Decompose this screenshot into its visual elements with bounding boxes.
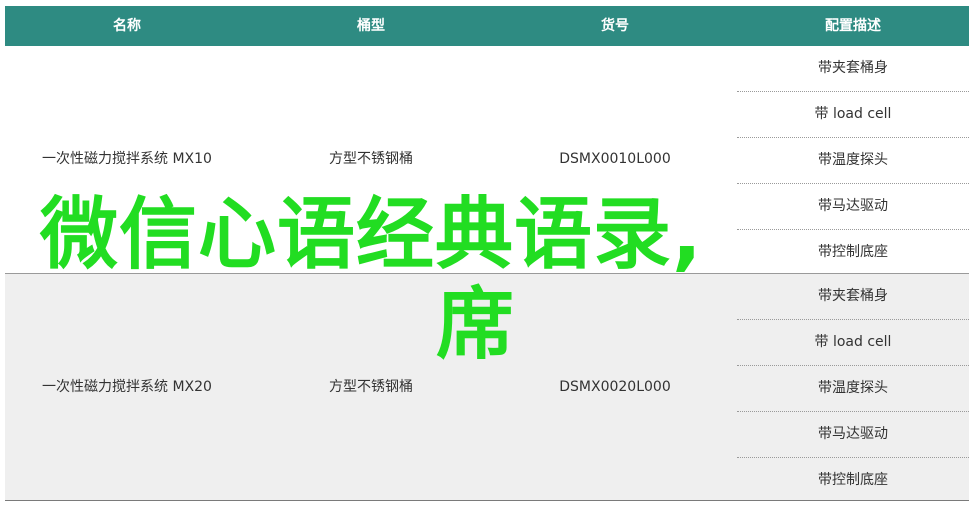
config-item: 带温度探头 xyxy=(737,366,969,412)
config-item: 带温度探头 xyxy=(737,138,969,184)
config-list: 带夹套桶身 带 load cell 带温度探头 带马达驱动 带控制底座 xyxy=(737,46,969,273)
product-sku: DSMX0010L000 xyxy=(559,151,671,167)
table-header: 名称 桶型 货号 配置描述 xyxy=(5,6,969,46)
header-type: 桶型 xyxy=(357,18,385,34)
barrel-type: 方型不锈钢桶 xyxy=(329,379,413,395)
config-item: 带夹套桶身 xyxy=(737,274,969,320)
config-item: 带夹套桶身 xyxy=(737,46,969,92)
config-item: 带 load cell xyxy=(737,320,969,366)
header-sku: 货号 xyxy=(601,18,629,34)
table-row: 一次性磁力搅拌系统 MX10 方型不锈钢桶 DSMX0010L000 带夹套桶身… xyxy=(5,46,969,273)
config-list: 带夹套桶身 带 load cell 带温度探头 带马达驱动 带控制底座 xyxy=(737,274,969,501)
config-item: 带控制底座 xyxy=(818,244,888,260)
product-name: 一次性磁力搅拌系统 MX20 xyxy=(42,379,212,395)
product-name: 一次性磁力搅拌系统 MX10 xyxy=(42,151,212,167)
config-item: 带控制底座 xyxy=(818,472,888,488)
barrel-type: 方型不锈钢桶 xyxy=(329,151,413,167)
header-name: 名称 xyxy=(113,18,141,34)
header-config: 配置描述 xyxy=(825,18,881,34)
table-bottom-rule xyxy=(5,500,969,501)
product-sku: DSMX0020L000 xyxy=(559,379,671,395)
product-table: 名称 桶型 货号 配置描述 一次性磁力搅拌系统 MX10 方型不锈钢桶 DSMX… xyxy=(5,6,969,501)
table-row: 一次性磁力搅拌系统 MX20 方型不锈钢桶 DSMX0020L000 带夹套桶身… xyxy=(5,274,969,501)
config-item: 带 load cell xyxy=(737,92,969,138)
config-item: 带马达驱动 xyxy=(737,184,969,230)
config-item: 带马达驱动 xyxy=(737,412,969,458)
